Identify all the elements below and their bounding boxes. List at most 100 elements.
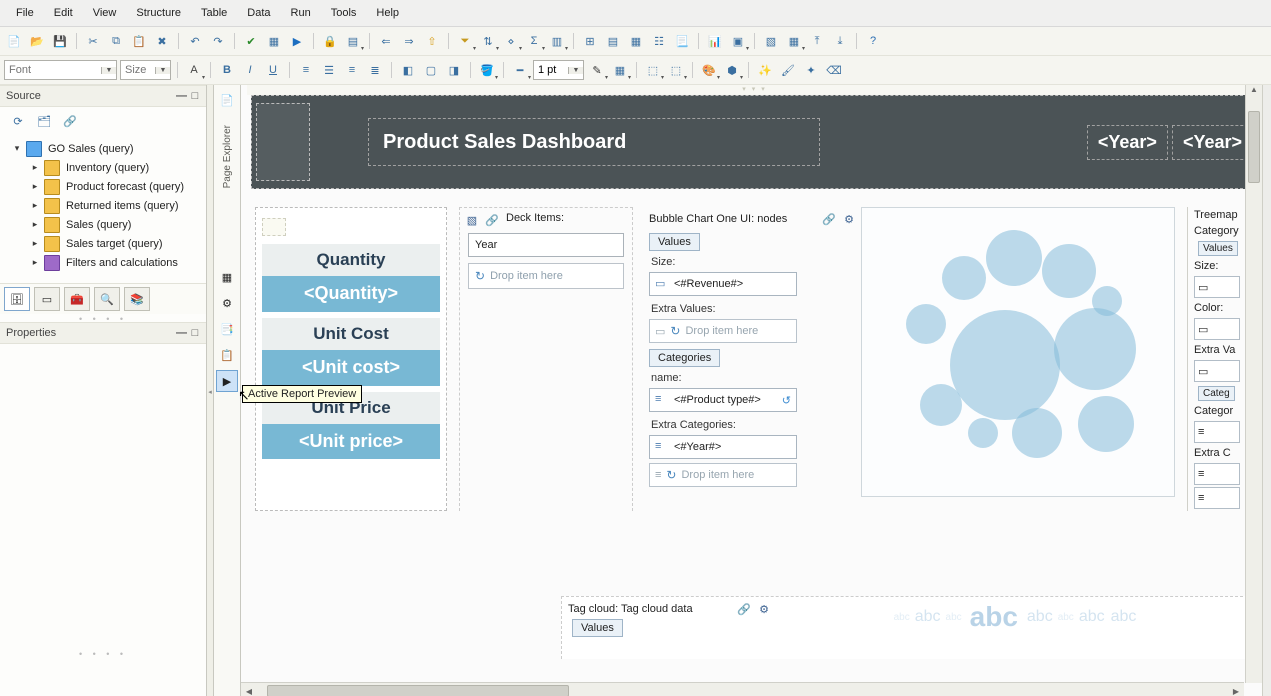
vertical-scrollbar[interactable]: ▲ — [1245, 85, 1262, 683]
align-right-icon[interactable]: ≡ — [342, 60, 362, 80]
menu-data[interactable]: Data — [237, 3, 280, 23]
page-icon[interactable]: 📄 — [216, 89, 238, 111]
insert-chart-icon[interactable]: ☷ — [649, 31, 669, 51]
insert-crosstab-icon[interactable]: ▦ — [626, 31, 646, 51]
scroll-thumb[interactable] — [1248, 111, 1260, 183]
filter-icon[interactable]: ⏷ — [455, 31, 475, 51]
menu-file[interactable]: File — [6, 3, 44, 23]
page-layers-icon[interactable]: ▤ — [343, 31, 363, 51]
title-block[interactable]: Product Sales Dashboard — [368, 118, 820, 166]
line-style-icon[interactable]: ━ — [510, 60, 530, 80]
new-icon[interactable]: 📄 — [4, 31, 24, 51]
tab-toolbox[interactable]: 🧰 — [64, 287, 90, 311]
classes-explorer-icon[interactable]: 📑 — [216, 318, 238, 340]
values-section-button[interactable]: Values — [1198, 241, 1238, 256]
insert-text-icon[interactable]: 📃 — [672, 31, 692, 51]
tree-item[interactable]: ▸ Sales (query) — [2, 215, 204, 234]
sort-icon[interactable]: ⇅ — [478, 31, 498, 51]
horizontal-scrollbar[interactable]: ◀ ▶ — [241, 682, 1244, 696]
scroll-thumb[interactable] — [267, 685, 569, 696]
variables-explorer-icon[interactable]: 📋 — [216, 344, 238, 366]
year-cell[interactable]: <Year> — [1172, 125, 1253, 160]
menu-help[interactable]: Help — [366, 3, 409, 23]
card-grip-icon[interactable] — [262, 218, 286, 236]
maximize-icon[interactable]: □ — [190, 90, 200, 102]
minimize-icon[interactable]: — — [176, 327, 186, 339]
extra-values-drop[interactable]: ▭ — [1194, 360, 1240, 382]
panel-grip-icon[interactable]: • • • • — [0, 314, 206, 322]
run-icon[interactable]: ▶ — [287, 31, 307, 51]
year-cell[interactable]: <Year> — [1087, 125, 1168, 160]
tree-item[interactable]: ▸ Returned items (query) — [2, 196, 204, 215]
underline-icon[interactable]: U — [263, 60, 283, 80]
expand-icon[interactable]: ▸ — [30, 257, 40, 268]
preview-icon[interactable]: ▦ — [264, 31, 284, 51]
size-input[interactable] — [121, 62, 155, 78]
tree-root[interactable]: ▾ GO Sales (query) — [2, 139, 204, 158]
bubble-chart-config[interactable]: Bubble Chart One UI: nodes 🔗 ⚙ Values Si… — [645, 207, 857, 511]
redo-icon[interactable]: ↷ — [208, 31, 228, 51]
scroll-up-icon[interactable]: ▲ — [1246, 85, 1262, 101]
chart-props-icon[interactable]: 🔗 — [821, 211, 837, 227]
bold-icon[interactable]: B — [217, 60, 237, 80]
report-canvas[interactable]: ▾ ▾ ▾ Product Sales Dashboard <Year> <Ye… — [241, 85, 1262, 696]
kpi-card-column[interactable]: Quantity <Quantity> Unit Cost <Unit cost… — [255, 207, 447, 511]
menu-view[interactable]: View — [83, 3, 127, 23]
font-combo[interactable]: ▼ — [4, 60, 117, 80]
extra-cat-field[interactable]: ≡ — [1194, 463, 1240, 485]
style-ref-icon[interactable]: 🎨 — [699, 60, 719, 80]
undo-icon[interactable]: ↶ — [185, 31, 205, 51]
justify-icon[interactable]: ≣ — [365, 60, 385, 80]
menu-edit[interactable]: Edit — [44, 3, 83, 23]
variables-icon[interactable]: ▧ — [761, 31, 781, 51]
lock-icon[interactable]: 🔒 — [320, 31, 340, 51]
expand-icon[interactable]: ▸ — [30, 219, 40, 230]
class-icon[interactable]: ⬢ — [722, 60, 742, 80]
bubble-chart-preview[interactable] — [861, 207, 1175, 497]
align-bottom-icon[interactable]: ⤓ — [830, 31, 850, 51]
tree-item[interactable]: ▸ Inventory (query) — [2, 158, 204, 177]
categories-section-button[interactable]: Categories — [649, 349, 720, 367]
tab-data-items[interactable]: ▭ — [34, 287, 60, 311]
section-icon[interactable]: ▥ — [547, 31, 567, 51]
delete-icon[interactable]: ✖ — [152, 31, 172, 51]
align-center-icon[interactable]: ☰ — [319, 60, 339, 80]
page-grip-icon[interactable]: ▾ ▾ ▾ — [247, 85, 1262, 95]
menu-structure[interactable]: Structure — [126, 3, 191, 23]
deck-icon[interactable]: ▧ — [464, 212, 480, 228]
category-field[interactable]: ≡ — [1194, 421, 1240, 443]
scroll-left-icon[interactable]: ◀ — [241, 687, 257, 696]
headers-icon[interactable]: ▣ — [728, 31, 748, 51]
chart-icon[interactable]: 📊 — [705, 31, 725, 51]
refresh-icon[interactable]: ⟳ — [8, 111, 28, 131]
chevron-down-icon[interactable]: ▼ — [155, 67, 170, 74]
extra-cat-year[interactable]: ≡ <#Year#> — [649, 435, 797, 459]
link-icon[interactable]: ↺ — [782, 394, 791, 407]
query-explorer-icon[interactable]: ▦ — [216, 266, 238, 288]
group-icon[interactable]: ⋄ — [501, 31, 521, 51]
borders-icon[interactable]: ▦ — [610, 60, 630, 80]
help-icon[interactable]: ? — [863, 31, 883, 51]
extra-cat-drop[interactable]: ≡ — [1194, 487, 1240, 509]
chart-opts-icon[interactable]: ⚙ — [756, 601, 772, 617]
year-deck[interactable]: <Year> <Year> — [1087, 125, 1253, 160]
maximize-icon[interactable]: □ — [190, 327, 200, 339]
menu-run[interactable]: Run — [281, 3, 321, 23]
menu-tools[interactable]: Tools — [321, 3, 367, 23]
sparkle-icon[interactable]: ✦ — [801, 60, 821, 80]
aggregate-icon[interactable]: Σ — [524, 31, 544, 51]
brush-icon[interactable]: 🖌 — [778, 60, 798, 80]
forward-icon[interactable]: ⇒ — [399, 31, 419, 51]
save-icon[interactable]: 💾 — [50, 31, 70, 51]
values-section-button[interactable]: Values — [572, 619, 623, 637]
tag-cloud-row[interactable]: Tag cloud: Tag cloud data 🔗 ⚙ Values abc… — [561, 596, 1258, 659]
italic-icon[interactable]: I — [240, 60, 260, 80]
clear-style-icon[interactable]: ⌫ — [824, 60, 844, 80]
page-header[interactable]: Product Sales Dashboard <Year> <Year> — [251, 95, 1258, 189]
align-left-icon[interactable]: ≡ — [296, 60, 316, 80]
size-field[interactable]: ▭ — [1194, 276, 1240, 298]
deck-year-field[interactable]: Year — [468, 233, 624, 257]
chevron-down-icon[interactable]: ▼ — [101, 67, 116, 74]
header-grip[interactable] — [256, 103, 310, 181]
open-icon[interactable]: 📂 — [27, 31, 47, 51]
